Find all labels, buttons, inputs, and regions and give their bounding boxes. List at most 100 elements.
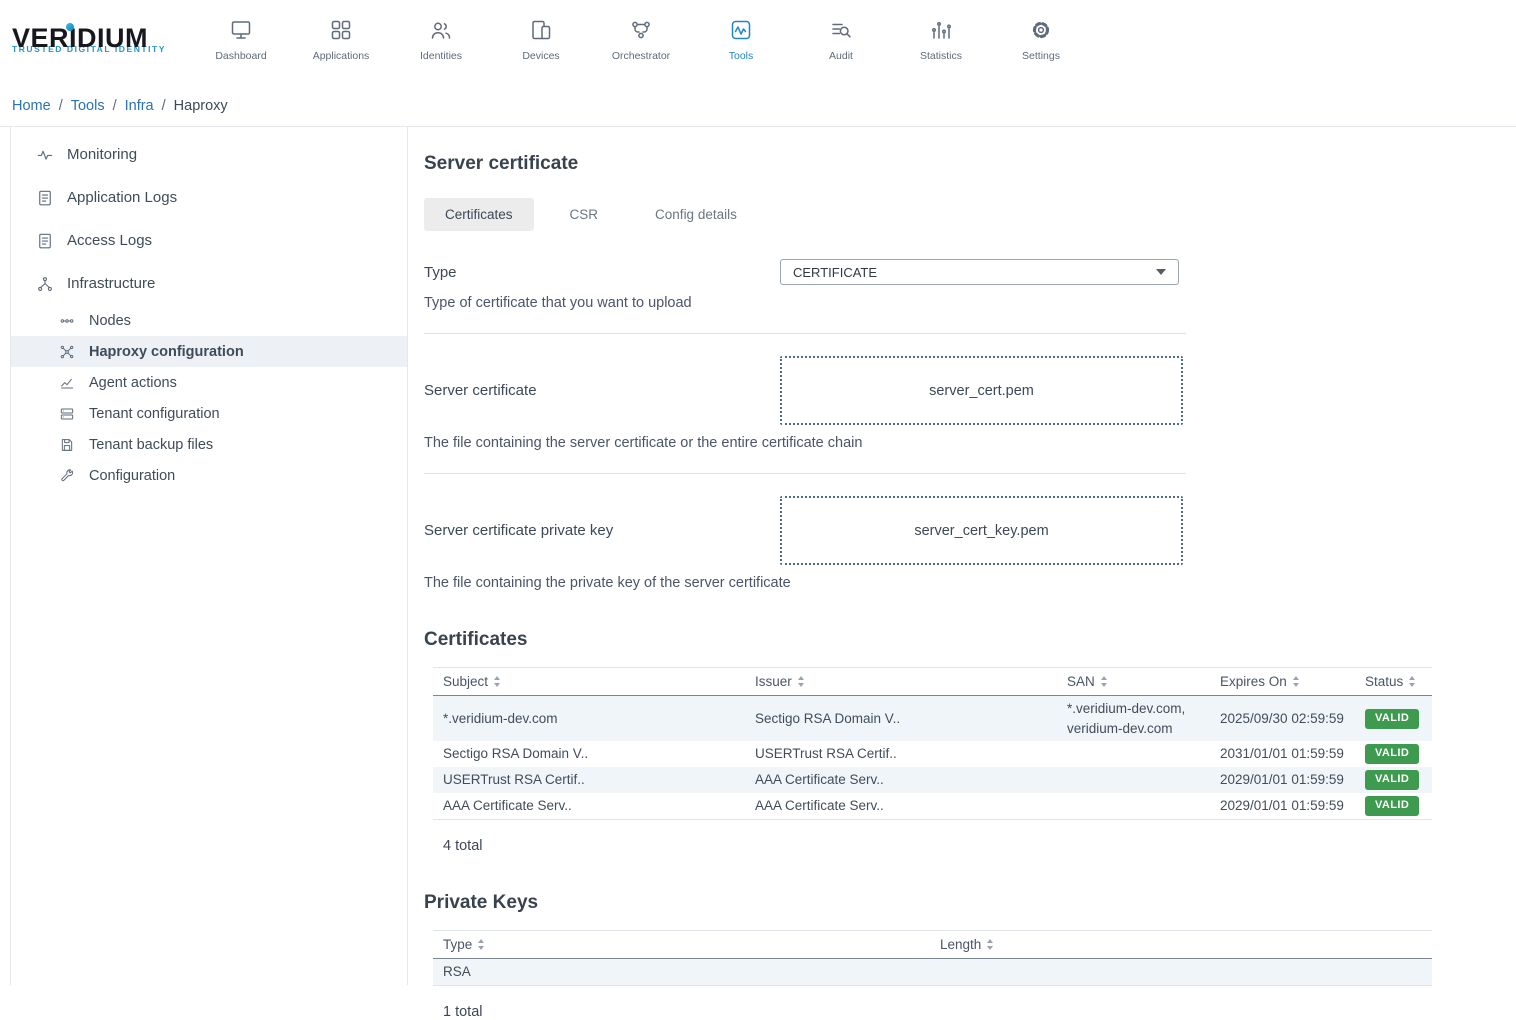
expires-cell: 2025/09/30 02:59:59 xyxy=(1210,696,1355,741)
nodes-icon xyxy=(57,311,76,330)
monitoring-icon xyxy=(35,145,54,164)
haproxy-network-icon xyxy=(57,342,76,361)
certificate-row[interactable]: USERTrust RSA Certif.. AAA Certificate S… xyxy=(433,767,1432,793)
subject-cell: AAA Certificate Serv.. xyxy=(433,793,745,819)
certificates-total: 4 total xyxy=(443,838,1516,854)
sidebar-item-access-logs[interactable]: Access Logs xyxy=(11,219,407,262)
column-header-issuer[interactable]: Issuer xyxy=(745,668,1057,695)
sort-icon[interactable] xyxy=(986,938,994,951)
chevron-down-icon xyxy=(1156,269,1166,275)
column-header-subject[interactable]: Subject xyxy=(433,668,745,695)
issuer-cell: USERTrust RSA Certif.. xyxy=(745,741,1057,767)
private-keys-table-header: Type Length xyxy=(433,930,1432,959)
tools-icon xyxy=(729,17,753,43)
breadcrumb-infra[interactable]: Infra xyxy=(125,98,154,114)
sort-icon[interactable] xyxy=(1292,675,1300,688)
type-label: Type xyxy=(424,264,780,281)
dashboard-icon xyxy=(229,17,253,43)
tab-bar: Certificates CSR Config details xyxy=(424,198,1516,231)
issuer-cell: Sectigo RSA Domain V.. xyxy=(745,696,1057,741)
breadcrumb-tools[interactable]: Tools xyxy=(71,98,105,114)
devices-icon xyxy=(529,17,553,43)
status-cell: VALID xyxy=(1355,741,1432,767)
expires-cell: 2029/01/01 01:59:59 xyxy=(1210,767,1355,793)
content-area: Monitoring Application Logs Access Logs … xyxy=(0,127,1516,985)
column-header-san[interactable]: SAN xyxy=(1057,668,1210,695)
tenant-configuration-icon xyxy=(57,404,76,423)
expires-cell: 2029/01/01 01:59:59 xyxy=(1210,793,1355,819)
subject-cell: *.veridium-dev.com xyxy=(433,696,745,741)
column-header-status[interactable]: Status xyxy=(1355,668,1432,695)
sort-icon[interactable] xyxy=(477,938,485,951)
server-certificate-dropzone[interactable]: server_cert.pem xyxy=(780,356,1183,425)
subject-cell: USERTrust RSA Certif.. xyxy=(433,767,745,793)
nav-item-devices[interactable]: Devices xyxy=(491,17,591,62)
infrastructure-icon xyxy=(35,274,54,293)
sort-icon[interactable] xyxy=(493,675,501,688)
status-badge: VALID xyxy=(1365,796,1419,816)
nav-item-orchestrator[interactable]: Orchestrator xyxy=(591,17,691,62)
sidebar-item-tenant-backup-files[interactable]: Tenant backup files xyxy=(11,429,407,460)
column-header-length[interactable]: Length xyxy=(930,931,1432,958)
sidebar-item-haproxy-configuration[interactable]: Haproxy configuration xyxy=(11,336,407,367)
sidebar-item-tenant-configuration[interactable]: Tenant configuration xyxy=(11,398,407,429)
nav-item-applications[interactable]: Applications xyxy=(291,17,391,62)
statistics-icon xyxy=(929,17,953,43)
sidebar-item-application-logs[interactable]: Application Logs xyxy=(11,176,407,219)
sidebar-item-configuration[interactable]: Configuration xyxy=(11,460,407,491)
san-cell: *.veridium-dev.com, veridium-dev.com xyxy=(1057,696,1210,741)
column-header-type[interactable]: Type xyxy=(433,931,930,958)
san-cell xyxy=(1057,793,1210,819)
breadcrumb-separator: / xyxy=(113,98,117,114)
certificates-heading: Certificates xyxy=(424,629,1516,651)
breadcrumb-home[interactable]: Home xyxy=(12,98,51,114)
nav-item-identities[interactable]: Identities xyxy=(391,17,491,62)
status-cell: VALID xyxy=(1355,793,1432,819)
applications-icon xyxy=(329,17,353,43)
tab-csr[interactable]: CSR xyxy=(549,198,620,231)
sort-icon[interactable] xyxy=(797,675,805,688)
tab-config-details[interactable]: Config details xyxy=(634,198,758,231)
certificate-row[interactable]: *.veridium-dev.com Sectigo RSA Domain V.… xyxy=(433,696,1432,741)
issuer-cell: AAA Certificate Serv.. xyxy=(745,767,1057,793)
private-keys-heading: Private Keys xyxy=(424,892,1516,914)
column-header-expires-on[interactable]: Expires On xyxy=(1210,668,1355,695)
private-keys-table: Type Length RSA xyxy=(433,930,1432,986)
status-badge: VALID xyxy=(1365,744,1419,764)
private-keys-total: 1 total xyxy=(443,1004,1516,1020)
agent-actions-chart-icon xyxy=(57,373,76,392)
veridium-logo[interactable]: VERIDIUM TRUSTED DIGITAL IDENTITY xyxy=(12,25,178,54)
sidebar-item-nodes[interactable]: Nodes xyxy=(11,305,407,336)
certificates-table-body: *.veridium-dev.com Sectigo RSA Domain V.… xyxy=(433,696,1432,820)
status-badge: VALID xyxy=(1365,709,1419,729)
private-key-filename: server_cert_key.pem xyxy=(914,523,1048,539)
main-navigation: Dashboard Applications Identities Device… xyxy=(191,17,1091,62)
certificate-row[interactable]: AAA Certificate Serv.. AAA Certificate S… xyxy=(433,793,1432,819)
sidebar-item-monitoring[interactable]: Monitoring xyxy=(11,133,407,176)
top-bar: VERIDIUM TRUSTED DIGITAL IDENTITY Dashbo… xyxy=(0,0,1516,78)
certificate-type-dropdown[interactable]: CERTIFICATE xyxy=(780,259,1179,285)
nav-item-tools[interactable]: Tools xyxy=(691,17,791,62)
sort-icon[interactable] xyxy=(1408,675,1416,688)
nav-item-dashboard[interactable]: Dashboard xyxy=(191,17,291,62)
nav-item-settings[interactable]: Settings xyxy=(991,17,1091,62)
sidebar-item-agent-actions[interactable]: Agent actions xyxy=(11,367,407,398)
server-certificate-filename: server_cert.pem xyxy=(929,383,1034,399)
status-badge: VALID xyxy=(1365,770,1419,790)
main-panel: Server certificate Certificates CSR Config… xyxy=(408,127,1516,985)
san-cell xyxy=(1057,741,1210,767)
tab-certificates[interactable]: Certificates xyxy=(424,198,534,231)
certificate-row[interactable]: Sectigo RSA Domain V.. USERTrust RSA Cer… xyxy=(433,741,1432,767)
private-key-row[interactable]: RSA xyxy=(433,959,1432,985)
server-certificate-label: Server certificate xyxy=(424,382,780,399)
nav-item-statistics[interactable]: Statistics xyxy=(891,17,991,62)
breadcrumb: Home/Tools/Infra/Haproxy xyxy=(0,78,1516,127)
identities-icon xyxy=(429,17,453,43)
certificate-type-value: CERTIFICATE xyxy=(793,265,877,280)
divider xyxy=(424,473,1186,474)
sort-icon[interactable] xyxy=(1100,675,1108,688)
private-key-dropzone[interactable]: server_cert_key.pem xyxy=(780,496,1183,565)
san-cell xyxy=(1057,767,1210,793)
nav-item-audit[interactable]: Audit xyxy=(791,17,891,62)
sidebar-item-infrastructure[interactable]: Infrastructure xyxy=(11,262,407,305)
